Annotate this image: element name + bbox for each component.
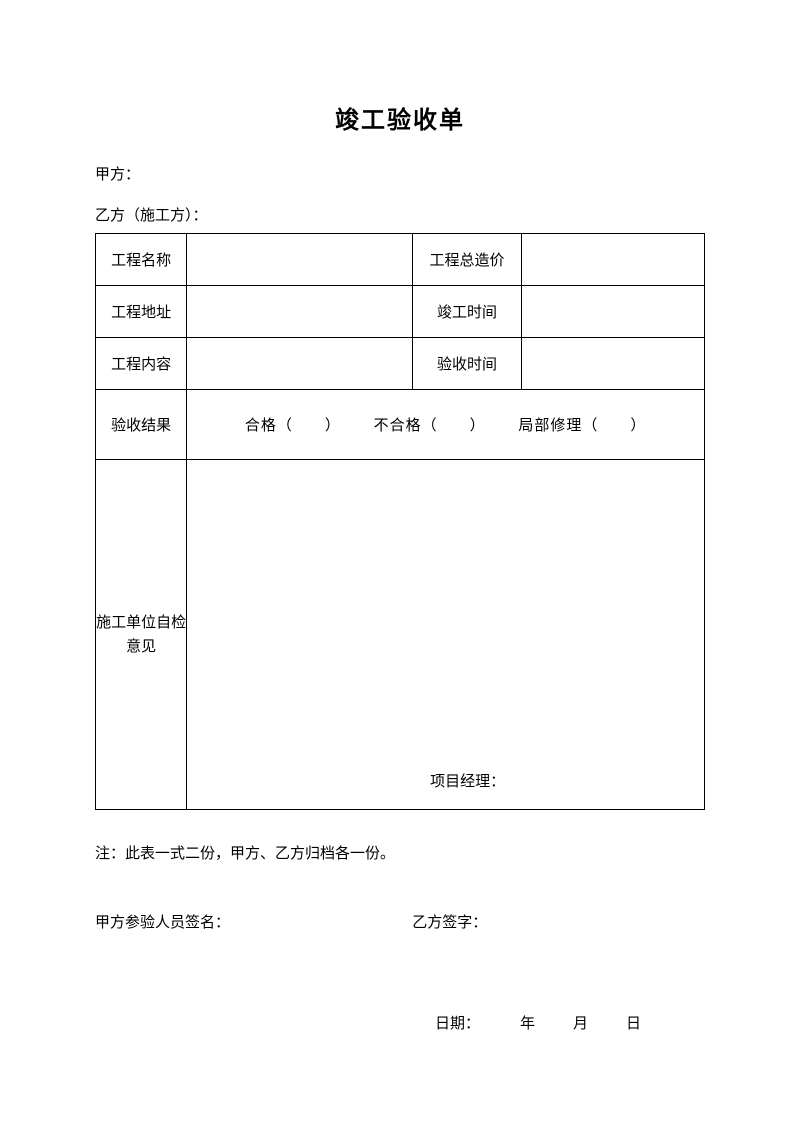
value-acceptance-result[interactable]: 合格（ ） 不合格（ ） 局部修理（ ） xyxy=(187,390,705,460)
date-prefix: 日期： xyxy=(435,1016,480,1032)
date-year: 年 xyxy=(520,1016,535,1032)
sign-party-b[interactable]: 乙方签字： xyxy=(412,911,705,932)
value-total-price[interactable] xyxy=(522,234,705,286)
label-project-name: 工程名称 xyxy=(96,234,187,286)
table-row-selfcheck: 施工单位自检意见 项目经理： xyxy=(96,460,705,810)
label-completion-time: 竣工时间 xyxy=(412,286,522,338)
value-acceptance-time[interactable] xyxy=(522,338,705,390)
value-self-check[interactable]: 项目经理： xyxy=(187,460,705,810)
value-project-address[interactable] xyxy=(187,286,412,338)
table-row: 工程内容 验收时间 xyxy=(96,338,705,390)
value-completion-time[interactable] xyxy=(522,286,705,338)
acceptance-form-table: 工程名称 工程总造价 工程地址 竣工时间 工程内容 验收时间 验收结果 合格（ … xyxy=(95,233,705,810)
party-a-label: 甲方： xyxy=(95,163,705,184)
label-self-check: 施工单位自检意见 xyxy=(96,460,187,810)
label-project-manager: 项目经理： xyxy=(430,770,505,791)
option-pass[interactable]: 合格（ ） xyxy=(245,418,341,434)
label-acceptance-time: 验收时间 xyxy=(412,338,522,390)
table-row: 工程名称 工程总造价 xyxy=(96,234,705,286)
option-fail[interactable]: 不合格（ ） xyxy=(374,418,486,434)
date-line[interactable]: 日期： 年 月 日 xyxy=(95,1012,705,1033)
result-options: 合格（ ） 不合格（ ） 局部修理（ ） xyxy=(187,414,704,435)
date-month: 月 xyxy=(573,1016,588,1032)
signature-row: 甲方参验人员签名： 乙方签字： xyxy=(95,911,705,932)
option-partial[interactable]: 局部修理（ ） xyxy=(518,418,646,434)
form-note: 注：此表一式二份，甲方、乙方归档各一份。 xyxy=(95,842,705,863)
table-row: 工程地址 竣工时间 xyxy=(96,286,705,338)
label-acceptance-result: 验收结果 xyxy=(96,390,187,460)
party-b-label: 乙方（施工方）： xyxy=(95,204,705,225)
label-total-price: 工程总造价 xyxy=(412,234,522,286)
value-project-name[interactable] xyxy=(187,234,412,286)
label-project-address: 工程地址 xyxy=(96,286,187,338)
table-row-result: 验收结果 合格（ ） 不合格（ ） 局部修理（ ） xyxy=(96,390,705,460)
sign-party-a[interactable]: 甲方参验人员签名： xyxy=(95,911,412,932)
date-day: 日 xyxy=(626,1016,641,1032)
value-project-content[interactable] xyxy=(187,338,412,390)
label-project-content: 工程内容 xyxy=(96,338,187,390)
form-title: 竣工验收单 xyxy=(95,100,705,135)
